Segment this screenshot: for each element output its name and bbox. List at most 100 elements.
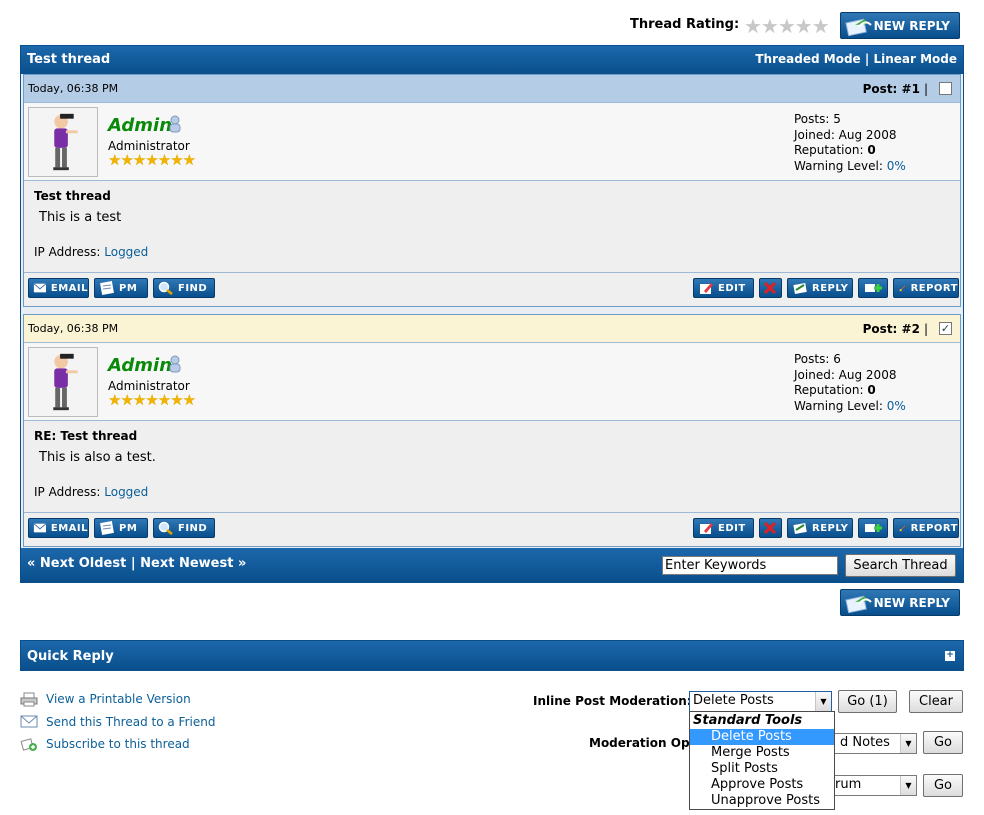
new-reply-button-top[interactable]: NEW REPLY — [840, 12, 960, 39]
post-subject: Test thread — [34, 189, 111, 203]
moderation-go-button[interactable]: Go — [923, 731, 963, 754]
report-button[interactable]: REPORT — [893, 278, 959, 298]
dropdown-option-merge[interactable]: Merge Posts — [690, 745, 834, 761]
find-button[interactable]: FIND — [153, 518, 215, 538]
chevron-down-icon[interactable]: ▼ — [900, 734, 916, 753]
email-button[interactable]: EMAIL — [28, 278, 89, 298]
reply-button[interactable]: REPLY — [787, 278, 853, 298]
new-reply-button-bottom[interactable]: NEW REPLY — [840, 589, 960, 616]
pm-button[interactable]: PM — [94, 278, 148, 298]
expand-icon[interactable]: + — [945, 651, 955, 661]
post-header: Today, 06:38 PM Post: #1 | — [24, 75, 960, 103]
thread-title: Test thread — [27, 52, 111, 67]
dropdown-group-label: Standard Tools — [693, 713, 803, 728]
user-warning: Warning Level: 0% — [794, 158, 906, 173]
username[interactable]: Admin — [108, 355, 172, 376]
user-post-count: Posts: 6 — [794, 352, 841, 366]
user-post-count: Posts: 5 — [794, 112, 841, 126]
forum-jump-select[interactable]: rum ▼ — [832, 775, 917, 796]
inline-moderation-select[interactable]: Delete Posts ▼ — [689, 691, 832, 712]
post-number[interactable]: Post: #1 | — [863, 82, 928, 96]
username[interactable]: Admin — [108, 115, 172, 136]
post-ip: IP Address: Logged — [34, 485, 149, 499]
dropdown-option-split[interactable]: Split Posts — [690, 761, 834, 777]
dropdown-option-delete[interactable]: Delete Posts — [690, 729, 834, 745]
post-author: Admin Administrator ★★★★★★★ Posts: 5 Joi… — [24, 103, 960, 181]
user-stars: ★★★★★★★ — [108, 151, 196, 169]
chevron-down-icon[interactable]: ▼ — [815, 692, 831, 711]
pm-icon — [100, 521, 114, 535]
dropdown-option-unapprove[interactable]: Unapprove Posts — [690, 793, 834, 809]
delete-button[interactable] — [759, 518, 782, 538]
post-ip: IP Address: Logged — [34, 245, 149, 259]
multiquote-icon — [865, 284, 882, 292]
email-button[interactable]: EMAIL — [28, 518, 89, 538]
reply-icon — [793, 523, 807, 534]
new-reply-label: NEW REPLY — [873, 18, 950, 33]
post-header: Today, 06:38 PM Post: #2 | ✓ — [24, 315, 960, 343]
dropdown-option-approve[interactable]: Approve Posts — [690, 777, 834, 793]
ip-logged-link[interactable]: Logged — [104, 245, 148, 259]
mode-separator: | — [864, 52, 870, 66]
post-date: Today, 06:38 PM — [28, 82, 119, 95]
moderation-options-label: Moderation Opt — [589, 736, 696, 750]
threaded-mode-link[interactable]: Threaded Mode — [755, 52, 860, 66]
magnifier-icon — [158, 281, 173, 295]
user-joined: Joined: Aug 2008 — [794, 367, 897, 382]
post-2: Today, 06:38 PM Post: #2| ✓ Admin Admin — [23, 314, 961, 547]
multiquote-icon — [865, 524, 882, 532]
printable-version-link[interactable]: View a Printable Version — [20, 688, 215, 711]
pm-icon — [100, 281, 114, 295]
inline-go-button[interactable]: Go (1) — [838, 690, 897, 713]
subscribe-icon — [20, 737, 37, 751]
search-keywords-input[interactable]: Enter Keywords — [662, 556, 838, 575]
moderation-options-select[interactable]: d Notes ▼ — [832, 733, 917, 754]
inline-moderation-label: Inline Post Moderation: — [533, 694, 692, 708]
post-message: This is a test — [39, 210, 122, 225]
thread-rating-bar: Thread Rating: ★★★★★ NEW REPLY — [630, 12, 960, 40]
warning-level-link[interactable]: 0% — [887, 159, 906, 173]
quick-reply-bar[interactable]: Quick Reply + — [20, 640, 964, 671]
thread-header: Test thread Threaded Mode | Linear Mode — [21, 46, 963, 74]
nav-separator: | — [130, 556, 136, 571]
post-author: Admin Administrator ★★★★★★★ Posts: 6 Joi… — [24, 343, 960, 421]
report-button[interactable]: REPORT — [893, 518, 959, 538]
user-reputation: Reputation: 0 — [794, 143, 876, 157]
thread-rating-stars[interactable]: ★★★★★ — [744, 14, 830, 38]
clear-button[interactable]: Clear — [909, 690, 963, 713]
post-message: This is also a test. — [39, 450, 156, 465]
post-number[interactable]: Post: #2 | — [863, 322, 928, 336]
multiquote-button[interactable] — [858, 278, 888, 298]
delete-x-icon — [763, 281, 777, 295]
warning-level-link[interactable]: 0% — [887, 399, 906, 413]
user-stars: ★★★★★★★ — [108, 391, 196, 409]
subscribe-link[interactable]: Subscribe to this thread — [20, 733, 215, 756]
avatar[interactable] — [28, 347, 98, 417]
chevron-down-icon[interactable]: ▼ — [900, 776, 916, 795]
find-button[interactable]: FIND — [153, 278, 215, 298]
multiquote-button[interactable] — [858, 518, 888, 538]
user-joined: Joined: Aug 2008 — [794, 127, 897, 142]
edit-button[interactable]: EDIT — [693, 278, 754, 298]
reply-button[interactable]: REPLY — [787, 518, 853, 538]
search-thread-button[interactable]: Search Thread — [845, 554, 956, 577]
ip-logged-link[interactable]: Logged — [104, 485, 148, 499]
send-to-friend-link[interactable]: Send this Thread to a Friend — [20, 711, 215, 734]
post-select-checkbox[interactable]: ✓ — [939, 322, 952, 335]
pm-button[interactable]: PM — [94, 518, 148, 538]
user-reputation: Reputation: 0 — [794, 383, 876, 397]
delete-x-icon — [763, 521, 777, 535]
reply-icon — [793, 283, 807, 294]
edit-button[interactable]: EDIT — [693, 518, 754, 538]
delete-button[interactable] — [759, 278, 782, 298]
next-oldest-link[interactable]: « Next Oldest — [27, 556, 126, 571]
thread-tools-links: View a Printable Version Send this Threa… — [20, 688, 215, 756]
post-1: Today, 06:38 PM Post: #1 | Admin Adminis… — [23, 74, 961, 307]
post-select-checkbox[interactable] — [939, 82, 952, 95]
linear-mode-link[interactable]: Linear Mode — [873, 52, 957, 66]
next-newest-link[interactable]: Next Newest » — [140, 556, 246, 571]
rocket-icon — [899, 525, 906, 532]
avatar[interactable] — [28, 107, 98, 177]
forum-go-button[interactable]: Go — [923, 774, 963, 797]
printer-icon — [20, 692, 38, 707]
